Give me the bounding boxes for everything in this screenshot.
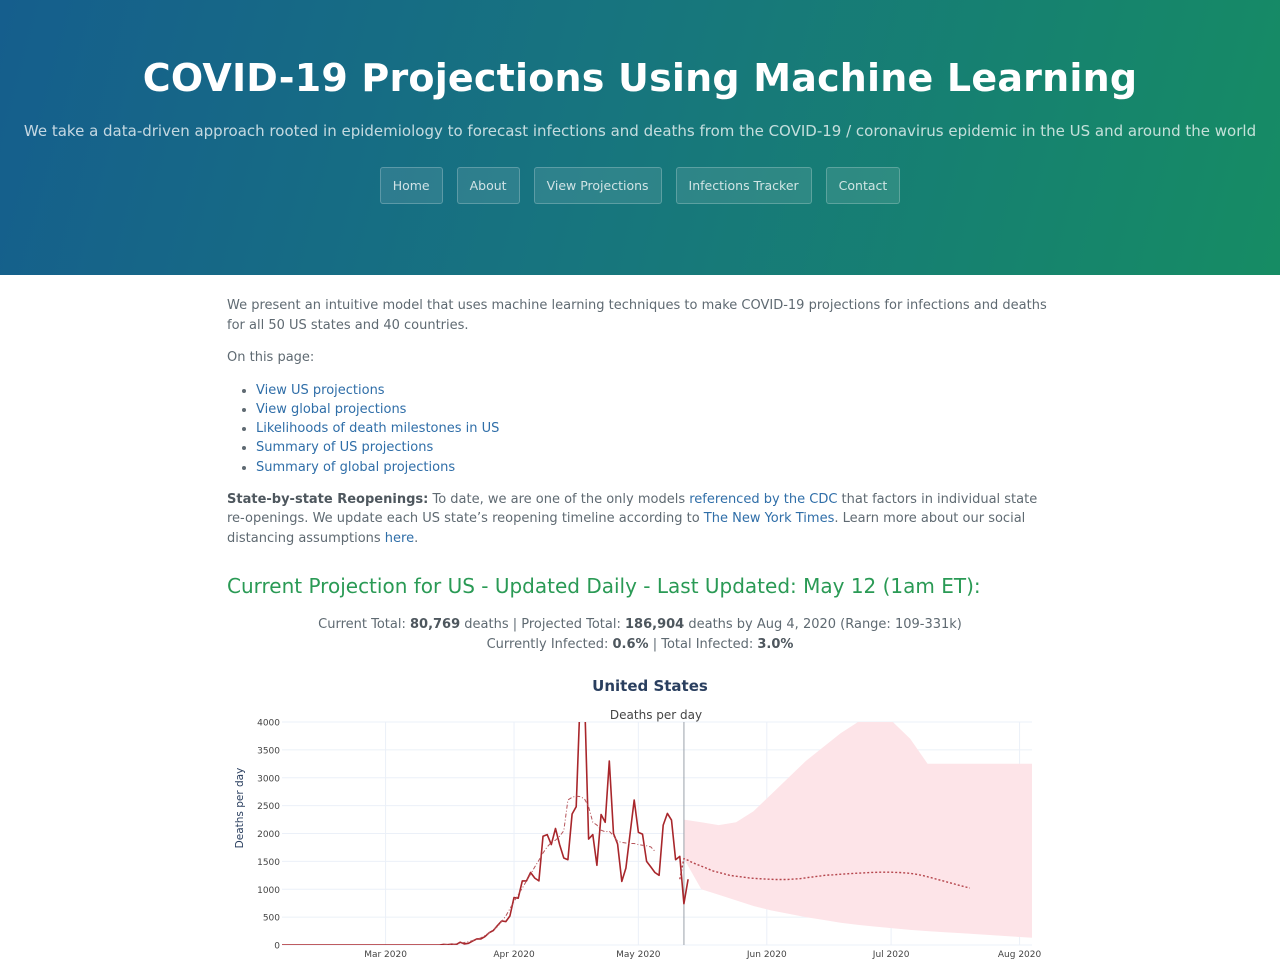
page-title: COVID-19 Projections Using Machine Learn… — [142, 56, 1138, 100]
x-axis-ticks: Mar 2020 Apr 2020 May 2020 Jun 2020 Jul 2020… — [364, 950, 1041, 960]
main-nav: Home About View Projections Infections T… — [0, 167, 1280, 204]
y-tick-label: 3500 — [257, 746, 280, 756]
x-tick-label: Apr 2020 — [493, 950, 535, 960]
y-axis-ticks: 0 500 1000 1500 2000 2500 3000 3500 4000 — [257, 719, 280, 952]
current-total-value: 80,769 — [409, 617, 461, 632]
list-item: Summary of global projections — [256, 458, 1053, 477]
link-nyt[interactable]: The New York Times — [704, 511, 835, 526]
link-summary-global[interactable]: Summary of global projections — [256, 460, 455, 475]
y-tick-label: 0 — [274, 942, 280, 952]
currently-infected-value: 0.6% — [612, 636, 649, 652]
intro-paragraph: We present an intuitive model that uses … — [227, 298, 1047, 333]
y-tick-label: 1000 — [257, 886, 280, 896]
y-tick-label: 2000 — [257, 830, 280, 840]
list-item: View US projections — [256, 381, 1053, 400]
list-item: View global projections — [256, 400, 1053, 419]
link-view-us-projections[interactable]: View US projections — [256, 383, 385, 398]
total-infected-label: | Total Infected: — [648, 636, 758, 652]
y-tick-label: 1500 — [257, 858, 280, 868]
reopenings-label: State-by-state Reopenings: — [227, 491, 429, 507]
deaths-chart-svg[interactable]: United States Deaths per day Deaths per … — [0, 668, 1280, 960]
projection-heading: Current Projection for US - Updated Dail… — [227, 574, 981, 598]
stats-line-infected: Currently Infected: 0.6% | Total Infecte… — [227, 635, 1053, 655]
x-tick-label: Aug 2020 — [998, 950, 1042, 960]
series-actual-deaths-per-day — [282, 722, 689, 945]
projected-range-text: deaths by Aug 4, 2020 (Range: 109-331k) — [684, 617, 962, 632]
reopenings-paragraph: State-by-state Reopenings: To date, we a… — [227, 490, 1053, 549]
page-tagline: We take a data-driven approach rooted in… — [23, 122, 1257, 140]
x-tick-label: Jul 2020 — [872, 950, 910, 960]
current-total-label: Current Total: — [318, 617, 410, 632]
y-tick-label: 4000 — [257, 719, 280, 729]
projection-stats: Current Total: 80,769 deaths | Projected… — [227, 615, 1053, 654]
total-infected-value: 3.0% — [757, 636, 794, 652]
chart-subtitle: Deaths per day — [610, 708, 702, 722]
list-item: Summary of US projections — [256, 438, 1053, 457]
list-item: Likelihoods of death milestones in US — [256, 419, 1053, 438]
series-smoothed-7-day-average — [443, 795, 656, 945]
link-referenced-by-cdc[interactable]: referenced by the CDC — [689, 492, 837, 507]
stats-line-totals: Current Total: 80,769 deaths | Projected… — [227, 615, 1053, 635]
x-tick-label: Mar 2020 — [364, 950, 407, 960]
nav-home-button[interactable]: Home — [379, 167, 443, 204]
reopenings-text: To date, we are one of the only models — [428, 491, 690, 507]
hero-header: COVID-19 Projections Using Machine Learn… — [0, 0, 1280, 275]
projected-total-value: 186,904 — [625, 617, 685, 632]
nav-contact-button[interactable]: Contact — [825, 167, 901, 204]
page-links-list: View US projections View global projecti… — [227, 381, 1053, 477]
projection-range-band — [683, 722, 1032, 938]
x-tick-label: Jun 2020 — [746, 950, 787, 960]
nav-view-projections-button[interactable]: View Projections — [533, 167, 662, 204]
intro-section: We present an intuitive model that uses … — [227, 296, 1053, 561]
y-axis-label: Deaths per day — [234, 768, 246, 849]
on-this-page-label: On this page: — [227, 350, 315, 365]
nav-infections-tracker-button[interactable]: Infections Tracker — [675, 167, 812, 204]
projected-total-label: deaths | Projected Total: — [460, 617, 625, 632]
y-tick-label: 2500 — [257, 802, 280, 812]
deaths-chart[interactable]: United States Deaths per day Deaths per … — [0, 668, 1280, 960]
link-view-global-projections[interactable]: View global projections — [256, 402, 406, 417]
reopenings-text: . — [414, 530, 419, 546]
link-death-milestones[interactable]: Likelihoods of death milestones in US — [256, 421, 499, 436]
chart-title: United States — [592, 677, 708, 695]
projection-band-group — [683, 722, 1032, 945]
x-tick-label: May 2020 — [616, 950, 661, 960]
link-here[interactable]: here — [385, 531, 414, 546]
y-tick-label: 500 — [263, 914, 280, 924]
nav-about-button[interactable]: About — [456, 167, 520, 204]
y-tick-label: 3000 — [257, 774, 280, 784]
link-summary-us[interactable]: Summary of US projections — [256, 440, 433, 455]
currently-infected-label: Currently Infected: — [486, 636, 613, 652]
